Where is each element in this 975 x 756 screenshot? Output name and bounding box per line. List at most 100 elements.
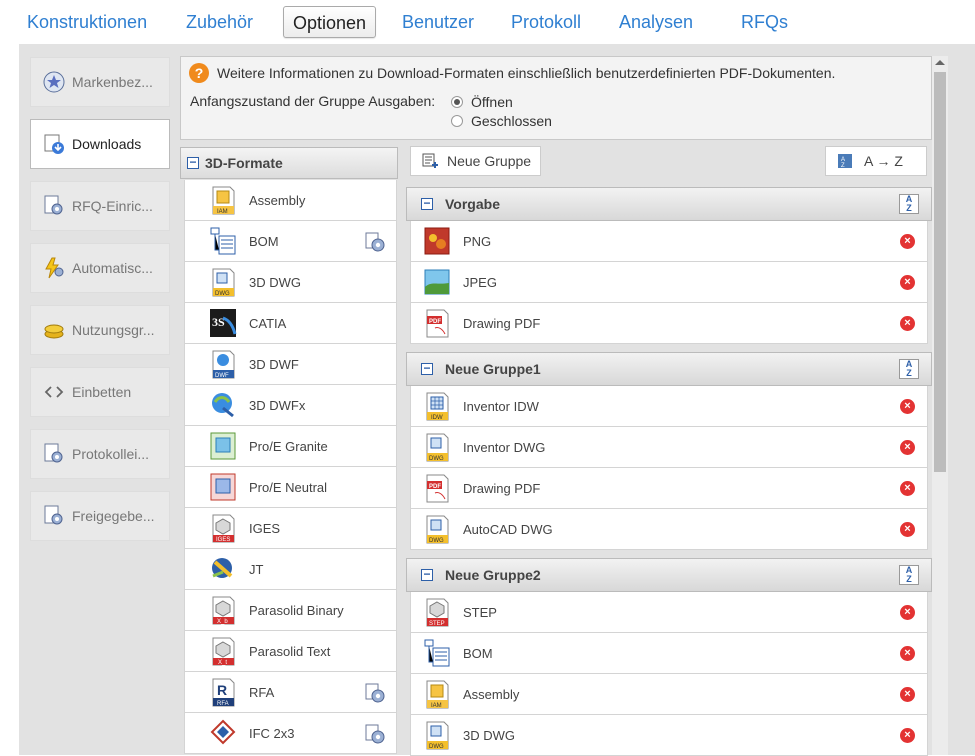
- svg-text:DWG: DWG: [429, 456, 444, 462]
- radio-label: Öffnen: [471, 94, 513, 110]
- group-state-label: Anfangszustand der Gruppe Ausgaben:: [190, 93, 436, 109]
- scrollbar-thumb[interactable]: [934, 72, 946, 472]
- delete-icon[interactable]: ×: [900, 316, 915, 331]
- delete-icon[interactable]: ×: [900, 481, 915, 496]
- top-nav: Konstruktionen Zubehör Optionen Benutzer…: [0, 0, 975, 44]
- settings-gear-icon[interactable]: [364, 723, 386, 745]
- sidebar-item-protokoll[interactable]: Protokollei...: [30, 429, 170, 479]
- tab-rfqs[interactable]: RFQs: [741, 6, 788, 38]
- collapse-icon[interactable]: −: [187, 156, 199, 169]
- delete-icon[interactable]: ×: [900, 440, 915, 455]
- assembly-icon: IAM: [423, 679, 451, 709]
- group-item[interactable]: IAM Assembly ×: [410, 674, 928, 715]
- group-header[interactable]: − Vorgabe A Z: [406, 187, 932, 221]
- sidebar-item-markenbez[interactable]: Markenbez...: [30, 57, 170, 107]
- format-item[interactable]: Pro/E Neutral: [184, 467, 397, 508]
- group-item[interactable]: PNG ×: [410, 221, 928, 262]
- sidebar-item-einbetten[interactable]: Einbetten: [30, 367, 170, 417]
- group-item[interactable]: PDF Drawing PDF ×: [410, 303, 928, 344]
- tab-benutzer[interactable]: Benutzer: [402, 6, 474, 38]
- delete-icon[interactable]: ×: [900, 605, 915, 620]
- group-item[interactable]: DWG 3D DWG ×: [410, 715, 928, 756]
- delete-icon[interactable]: ×: [900, 687, 915, 702]
- tab-protokoll[interactable]: Protokoll: [511, 6, 581, 38]
- radio-oeffnen[interactable]: Öffnen: [451, 94, 513, 110]
- group-item-label: Inventor DWG: [463, 439, 546, 455]
- format-item[interactable]: 3D DWFx: [184, 385, 397, 426]
- parasolid-binary-icon: X_b: [209, 595, 237, 625]
- assembly-icon: IAM: [209, 185, 237, 215]
- group-header[interactable]: − Neue Gruppe1 A Z: [406, 352, 932, 386]
- format-item[interactable]: Pro/E Granite: [184, 426, 397, 467]
- delete-icon[interactable]: ×: [900, 275, 915, 290]
- format-label: 3D DWG: [249, 274, 301, 290]
- info-text: Weitere Informationen zu Download-Format…: [217, 65, 836, 81]
- collapse-icon[interactable]: −: [421, 362, 433, 375]
- group-sort-icon[interactable]: AZ: [899, 565, 919, 585]
- vertical-scrollbar[interactable]: [932, 56, 948, 755]
- format-label: Assembly: [249, 192, 306, 208]
- delete-icon[interactable]: ×: [900, 646, 915, 661]
- group-item[interactable]: JPEG ×: [410, 262, 928, 303]
- collapse-icon[interactable]: −: [421, 568, 433, 581]
- svg-text:STEP: STEP: [429, 621, 445, 627]
- format-item[interactable]: IFC 2x3: [184, 713, 397, 754]
- settings-gear-icon[interactable]: [364, 231, 386, 253]
- delete-icon[interactable]: ×: [900, 728, 915, 743]
- sidebar-item-rfq[interactable]: RFQ-Einric...: [30, 181, 170, 231]
- dwg-icon: DWG: [423, 514, 451, 544]
- format-item[interactable]: X_t Parasolid Text: [184, 631, 397, 672]
- svg-text:IAM: IAM: [217, 209, 228, 215]
- format-item[interactable]: DWG 3D DWG: [184, 262, 397, 303]
- delete-icon[interactable]: ×: [900, 399, 915, 414]
- group-sort-icon[interactable]: AZ: [899, 359, 919, 379]
- group-sort-icon[interactable]: AZ: [899, 194, 919, 214]
- group-item[interactable]: IDW Inventor IDW ×: [410, 386, 928, 427]
- svg-text:IDW: IDW: [431, 415, 443, 421]
- sidebar-item-automatisch[interactable]: Automatisc...: [30, 243, 170, 293]
- sidebar-item-freigegeben[interactable]: Freigegebe...: [30, 491, 170, 541]
- settings-doc-icon: [44, 443, 63, 463]
- group-item[interactable]: PDF Drawing PDF ×: [410, 468, 928, 509]
- parasolid-text-icon: X_t: [209, 636, 237, 666]
- sort-az-button[interactable]: AZ A → Z: [825, 146, 927, 176]
- iges-icon: IGES: [209, 513, 237, 543]
- group-header[interactable]: − Neue Gruppe2 A Z: [406, 558, 932, 592]
- tab-konstruktionen[interactable]: Konstruktionen: [27, 6, 147, 38]
- format-label: Pro/E Granite: [249, 438, 328, 454]
- format-label: IFC 2x3: [249, 725, 295, 741]
- tab-analysen[interactable]: Analysen: [619, 6, 693, 38]
- settings-gear-icon[interactable]: [364, 682, 386, 704]
- radio-button-checked[interactable]: [451, 96, 463, 108]
- format-item[interactable]: BOM: [184, 221, 397, 262]
- svg-text:IAM: IAM: [431, 703, 442, 709]
- format-item[interactable]: IGES IGES: [184, 508, 397, 549]
- group-item[interactable]: STEP STEP ×: [410, 592, 928, 633]
- question-icon[interactable]: ?: [189, 63, 209, 83]
- scroll-up-icon[interactable]: [935, 60, 945, 65]
- sidebar-item-nutzungsgr[interactable]: Nutzungsgr...: [30, 305, 170, 355]
- svg-text:3S: 3S: [212, 315, 225, 329]
- format-item[interactable]: 3S CATIA: [184, 303, 397, 344]
- new-group-button[interactable]: Neue Gruppe: [410, 146, 541, 176]
- delete-icon[interactable]: ×: [900, 522, 915, 537]
- collapse-icon[interactable]: −: [421, 197, 433, 210]
- tab-optionen[interactable]: Optionen: [283, 6, 377, 38]
- format-item[interactable]: IAM Assembly: [184, 180, 397, 221]
- format-item[interactable]: JT: [184, 549, 397, 590]
- group-item[interactable]: DWG Inventor DWG ×: [410, 427, 928, 468]
- format-label: RFA: [249, 684, 275, 700]
- svg-text:PDF: PDF: [429, 319, 441, 325]
- format-item[interactable]: X_b Parasolid Binary: [184, 590, 397, 631]
- tab-zubehoer[interactable]: Zubehör: [186, 6, 253, 38]
- sidebar-item-downloads[interactable]: Downloads: [30, 119, 170, 169]
- group-item[interactable]: BOM ×: [410, 633, 928, 674]
- radio-button[interactable]: [451, 115, 463, 127]
- format-item[interactable]: R RFA RFA: [184, 672, 397, 713]
- format-item[interactable]: DWF 3D DWF: [184, 344, 397, 385]
- delete-icon[interactable]: ×: [900, 234, 915, 249]
- radio-geschlossen[interactable]: Geschlossen: [451, 113, 552, 129]
- group-item-label: Drawing PDF: [463, 480, 541, 496]
- formats-header[interactable]: − 3D-Formate: [180, 147, 398, 179]
- group-item[interactable]: DWG AutoCAD DWG ×: [410, 509, 928, 550]
